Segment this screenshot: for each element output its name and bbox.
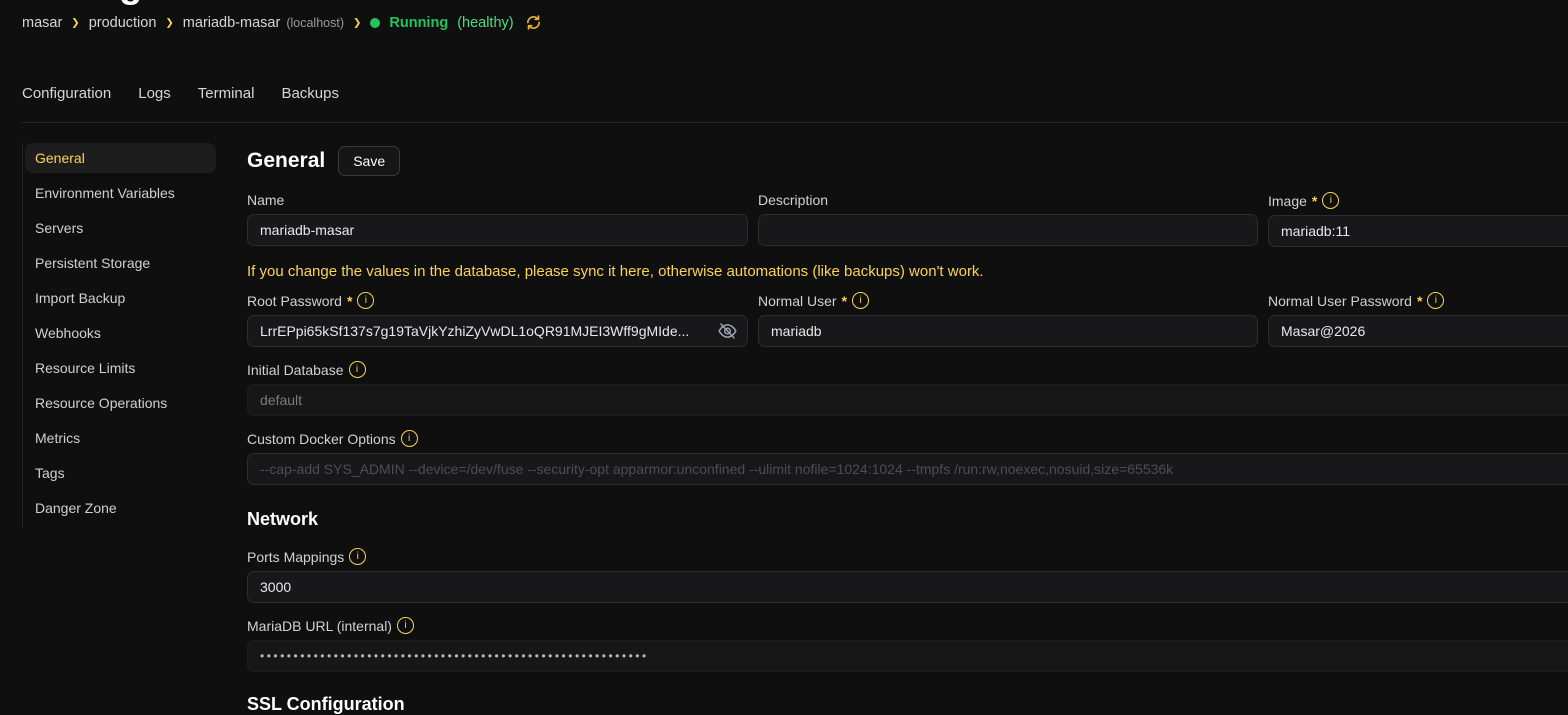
info-icon[interactable]: i — [357, 292, 374, 309]
breadcrumb-resource[interactable]: mariadb-masar (localhost) — [183, 15, 344, 31]
chevron-right-icon: ❯ — [353, 18, 361, 29]
image-input[interactable] — [1268, 215, 1568, 247]
info-icon[interactable]: i — [397, 617, 414, 634]
required-marker: * — [842, 293, 847, 309]
sidebar-item-metrics[interactable]: Metrics — [25, 423, 216, 453]
database-configuration-screen: Configuration masar ❯ production ❯ maria… — [0, 0, 1568, 714]
description-label: Description — [758, 192, 1258, 208]
name-input[interactable] — [247, 214, 748, 246]
root-password-label: Root Password * i — [247, 292, 748, 309]
tab-backups[interactable]: Backups — [281, 85, 339, 102]
status-health-label: (healthy) — [457, 15, 513, 31]
required-marker: * — [347, 293, 352, 309]
normal-user-password-input[interactable] — [1268, 315, 1568, 347]
sidebar-item-webhooks[interactable]: Webhooks — [25, 318, 216, 348]
name-label: Name — [247, 192, 748, 208]
divider — [22, 122, 1568, 123]
initial-database-input — [247, 384, 1568, 416]
description-input[interactable] — [758, 214, 1258, 246]
sidebar-item-general[interactable]: General — [25, 143, 216, 173]
breadcrumb-resource-name: mariadb-masar — [183, 15, 281, 31]
section-title-general: General — [247, 149, 325, 173]
sidebar-item-resource-limits[interactable]: Resource Limits — [25, 353, 216, 383]
breadcrumb: masar ❯ production ❯ mariadb-masar (loca… — [22, 14, 542, 31]
info-icon[interactable]: i — [349, 548, 366, 565]
section-title-network: Network — [247, 509, 1568, 530]
chevron-right-icon: ❯ — [165, 18, 173, 29]
initial-database-label: Initial Database i — [247, 361, 1568, 378]
breadcrumb-resource-host: (localhost) — [286, 16, 344, 30]
normal-user-input[interactable] — [758, 315, 1258, 347]
tab-bar: Configuration Logs Terminal Backups — [22, 85, 339, 102]
tab-terminal[interactable]: Terminal — [198, 85, 255, 102]
mariadb-url-label: MariaDB URL (internal) i — [247, 617, 1568, 634]
page-title-clipped: Configuration — [22, 0, 442, 10]
breadcrumb-project[interactable]: masar — [22, 15, 62, 31]
sidebar-item-environment-variables[interactable]: Environment Variables — [25, 178, 216, 208]
info-icon[interactable]: i — [401, 430, 418, 447]
settings-sidebar: General Environment Variables Servers Pe… — [22, 143, 216, 528]
status-label: Running — [389, 15, 448, 31]
general-settings-panel: General Save Name Description Image * — [247, 144, 1568, 715]
sidebar-item-persistent-storage[interactable]: Persistent Storage — [25, 248, 216, 278]
section-title-ssl: SSL Configuration — [247, 694, 1568, 715]
chevron-right-icon: ❯ — [71, 18, 79, 29]
custom-docker-options-input[interactable] — [247, 453, 1568, 485]
info-icon[interactable]: i — [349, 361, 366, 378]
required-marker: * — [1417, 293, 1422, 309]
info-icon[interactable]: i — [852, 292, 869, 309]
tab-configuration[interactable]: Configuration — [22, 85, 111, 102]
sidebar-item-servers[interactable]: Servers — [25, 213, 216, 243]
save-button[interactable]: Save — [338, 146, 400, 176]
sidebar-item-danger-zone[interactable]: Danger Zone — [25, 493, 216, 523]
info-icon[interactable]: i — [1322, 192, 1339, 209]
info-icon[interactable]: i — [1427, 292, 1444, 309]
root-password-input[interactable] — [247, 315, 748, 347]
tab-logs[interactable]: Logs — [138, 85, 171, 102]
required-marker: * — [1312, 193, 1317, 209]
normal-user-label: Normal User * i — [758, 292, 1258, 309]
sidebar-item-resource-operations[interactable]: Resource Operations — [25, 388, 216, 418]
sidebar-item-import-backup[interactable]: Import Backup — [25, 283, 216, 313]
refresh-status-icon[interactable] — [525, 14, 542, 31]
ports-mappings-input[interactable] — [247, 571, 1568, 603]
custom-docker-options-label: Custom Docker Options i — [247, 430, 1568, 447]
ports-mappings-label: Ports Mappings i — [247, 548, 1568, 565]
status-dot-icon — [370, 18, 380, 28]
image-label: Image * i — [1268, 192, 1568, 209]
sidebar-item-tags[interactable]: Tags — [25, 458, 216, 488]
eye-slash-icon[interactable] — [717, 321, 738, 342]
normal-user-password-label: Normal User Password * i — [1268, 292, 1568, 309]
page-title: Configuration — [22, 0, 442, 6]
mariadb-url-input[interactable] — [247, 640, 1568, 672]
breadcrumb-environment[interactable]: production — [89, 15, 157, 31]
sync-warning-text: If you change the values in the database… — [247, 263, 1568, 280]
